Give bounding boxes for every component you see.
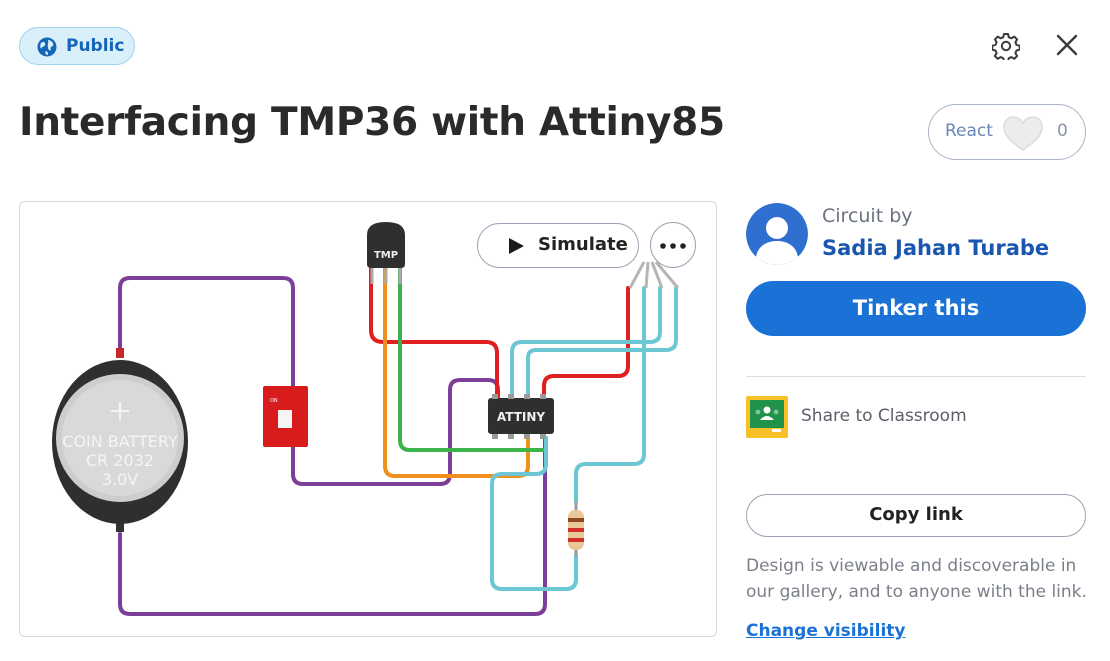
battery-label-2: CR 2032 <box>86 451 154 470</box>
visibility-label: Public <box>66 36 125 56</box>
heart-icon <box>1003 116 1043 151</box>
tinker-this-button[interactable]: Tinker this <box>746 281 1086 336</box>
slide-switch: ON <box>263 386 308 447</box>
battery-label-1: COIN BATTERY <box>62 432 178 451</box>
copy-link-button[interactable]: Copy link <box>746 494 1086 537</box>
user-icon <box>746 203 808 265</box>
wire-cyan-4 <box>574 286 646 504</box>
avatar[interactable] <box>746 203 808 265</box>
chip-label: ATTINY <box>497 410 546 424</box>
circuit-by-label: Circuit by <box>822 205 913 227</box>
share-classroom-label: Share to Classroom <box>801 406 967 426</box>
author-name[interactable]: Sadia Jahan Turabe <box>822 236 1049 260</box>
visibility-badge[interactable]: Public <box>19 27 135 65</box>
change-visibility-link[interactable]: Change visibility <box>746 621 905 641</box>
resistor <box>568 502 584 556</box>
share-classroom-button[interactable]: Share to Classroom <box>746 396 986 438</box>
switch-label: ON <box>270 398 278 404</box>
more-options-button[interactable] <box>650 222 696 268</box>
visibility-description: Design is viewable and discoverable in o… <box>746 556 1087 602</box>
google-classroom-icon <box>746 396 788 438</box>
sensor-label: TMP <box>374 250 398 261</box>
circuit-preview[interactable]: COIN BATTERY CR 2032 3.0V ON TMP ATTINY <box>19 201 717 637</box>
tmp36-sensor: TMP <box>367 222 405 284</box>
react-button[interactable]: React 0 <box>928 104 1086 160</box>
close-icon[interactable] <box>1055 33 1079 57</box>
gear-icon[interactable] <box>992 32 1020 60</box>
divider <box>746 376 1086 377</box>
simulate-button[interactable]: Simulate <box>477 223 639 268</box>
react-label: React <box>945 121 993 141</box>
page-title: Interfacing TMP36 with Attiny85 <box>19 100 725 145</box>
react-count: 0 <box>1057 121 1068 141</box>
wire-purple-switch <box>291 378 500 486</box>
wire-cyan-3 <box>490 436 578 591</box>
coin-battery: COIN BATTERY CR 2032 3.0V <box>52 348 188 532</box>
globe-icon <box>37 37 57 57</box>
play-icon <box>509 238 524 254</box>
wire-red-sensor <box>369 265 499 410</box>
simulate-label: Simulate <box>538 234 628 255</box>
wire-cyan-2 <box>526 286 678 410</box>
attiny85-chip: ATTINY <box>488 394 554 439</box>
wire-orange <box>383 265 530 478</box>
battery-label-3: 3.0V <box>102 470 138 489</box>
more-options-icon <box>660 243 686 249</box>
